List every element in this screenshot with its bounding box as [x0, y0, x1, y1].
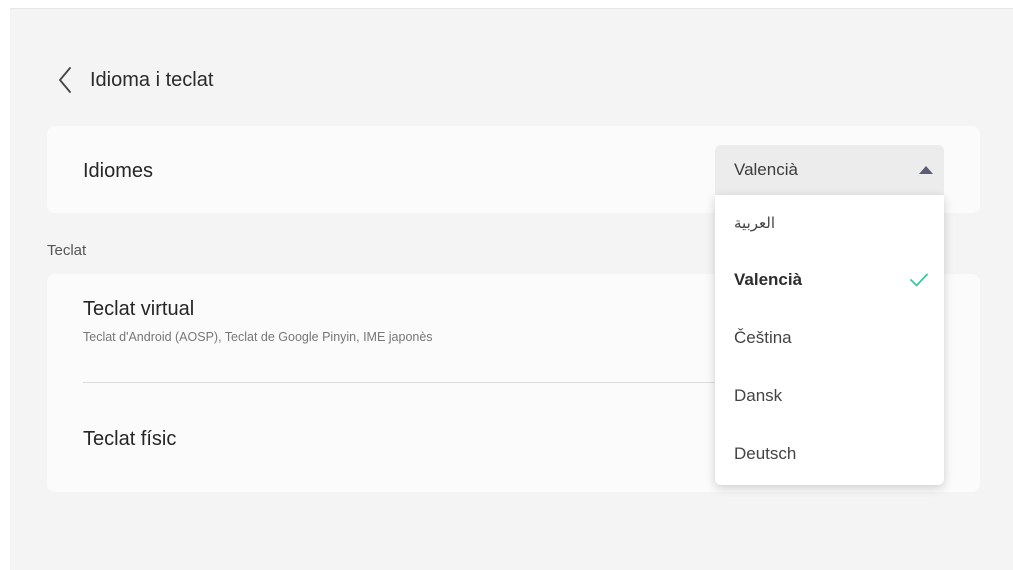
language-option-label: Valencià [734, 270, 803, 289]
language-option-cestina[interactable]: Čeština [715, 309, 944, 367]
chevron-left-icon [59, 67, 71, 93]
language-option-label: العربية [734, 215, 775, 232]
settings-window: Idioma i teclat Idiomes Teclat Teclat vi… [10, 8, 1013, 570]
language-option-label: Čeština [734, 328, 792, 347]
language-dropdown: العربية Valencià Čeština Dansk Deutsch [715, 195, 944, 485]
language-option-label: Deutsch [734, 444, 797, 463]
language-option-arabic[interactable]: العربية [715, 195, 944, 251]
language-option-label: Dansk [734, 386, 783, 405]
back-button[interactable] [58, 65, 80, 95]
keyboard-section-label: Teclat [47, 242, 87, 259]
page-header: Idioma i teclat [58, 65, 213, 95]
language-option-valencia[interactable]: Valencià [715, 251, 944, 309]
physical-keyboard-label: Teclat físic [83, 428, 177, 450]
language-option-deutsch[interactable]: Deutsch [715, 425, 944, 483]
virtual-keyboard-label: Teclat virtual [83, 298, 195, 320]
language-option-dansk[interactable]: Dansk [715, 367, 944, 425]
language-select[interactable]: Valencià [715, 145, 944, 195]
language-select-value: Valencià [734, 160, 798, 179]
languages-label: Idiomes [83, 160, 154, 182]
check-icon [910, 273, 928, 287]
caret-up-icon [918, 165, 934, 175]
virtual-keyboard-summary: Teclat d'Android (AOSP), Teclat de Googl… [83, 330, 433, 344]
page-title: Idioma i teclat [90, 68, 214, 91]
